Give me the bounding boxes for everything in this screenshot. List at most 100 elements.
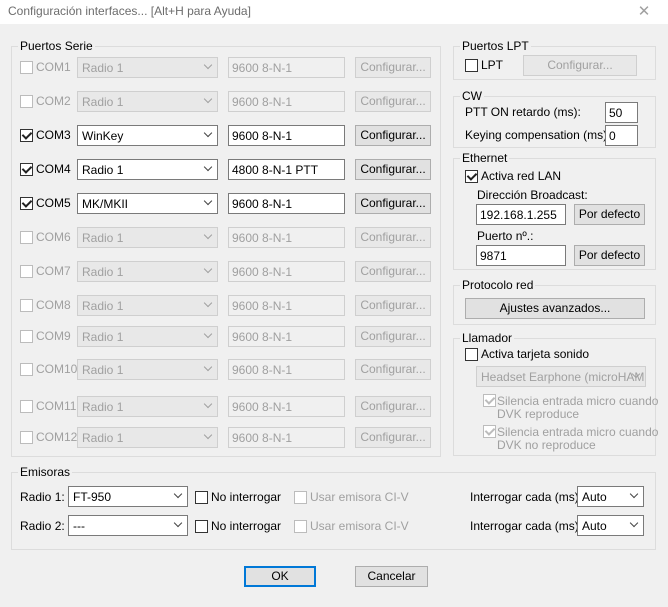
com-checkbox[interactable]	[20, 231, 33, 244]
chevron-down-icon	[203, 298, 213, 308]
port-field[interactable]: 9871	[476, 245, 566, 266]
chevron-down-icon	[203, 196, 213, 206]
com-configure-button[interactable]: Configurar...	[355, 227, 431, 248]
com-checkbox[interactable]	[20, 61, 33, 74]
no-poll-label: No interrogar	[211, 519, 282, 533]
com-checkbox[interactable]	[20, 431, 33, 444]
lpt-configure-button[interactable]: Configurar...	[523, 55, 637, 76]
com-params-field[interactable]: 9600 8-N-1	[228, 326, 345, 347]
civ-checkbox[interactable]	[294, 520, 307, 533]
com-checkbox[interactable]	[20, 400, 33, 413]
port-default-button[interactable]: Por defecto	[574, 245, 645, 266]
com-checkbox[interactable]	[20, 265, 33, 278]
com-checkbox[interactable]	[20, 129, 33, 142]
com-configure-button[interactable]: Configurar...	[355, 193, 431, 214]
com-device-select[interactable]: MK/MKII	[77, 193, 218, 214]
com-params-field[interactable]: 9600 8-N-1	[228, 261, 345, 282]
keying-comp-field[interactable]: 0	[605, 125, 638, 146]
com-checkbox[interactable]	[20, 163, 33, 176]
lpt-checkbox-label: LPT	[481, 58, 504, 72]
com-params-field[interactable]: 9600 8-N-1	[228, 396, 345, 417]
com-params-field[interactable]: 9600 8-N-1	[228, 427, 345, 448]
poll-interval-select[interactable]: Auto	[577, 486, 644, 507]
chevron-down-icon	[203, 60, 213, 70]
com-device-select[interactable]: Radio 1	[77, 91, 218, 112]
sound-device-select[interactable]: Headset Earphone (microHAM	[476, 366, 646, 387]
com-params-field[interactable]: 9600 8-N-1	[228, 227, 345, 248]
civ-label: Usar emisora CI-V	[310, 519, 409, 533]
mute-dvk-idle-label-2: DVK no reproduce	[497, 438, 596, 452]
broadcast-field[interactable]: 192.168.1.255	[476, 204, 566, 225]
ethernet-label: Ethernet	[460, 151, 510, 165]
no-poll-checkbox[interactable]	[195, 491, 208, 504]
com-device-select[interactable]: Radio 1	[77, 295, 218, 316]
com-configure-button[interactable]: Configurar...	[355, 427, 431, 448]
civ-label: Usar emisora CI-V	[310, 490, 409, 504]
no-poll-label: No interrogar	[211, 490, 282, 504]
com-params-field[interactable]: 9600 8-N-1	[228, 359, 345, 380]
com-configure-button[interactable]: Configurar...	[355, 261, 431, 282]
chevron-down-icon	[203, 230, 213, 240]
no-poll-checkbox[interactable]	[195, 520, 208, 533]
com-port-label: COM6	[36, 230, 71, 244]
mute-dvk-playing-checkbox[interactable]	[483, 394, 496, 407]
lpt-checkbox[interactable]	[465, 59, 478, 72]
close-icon[interactable]: ✕	[628, 1, 660, 23]
com-port-label: COM12	[36, 430, 78, 444]
radio-select[interactable]: FT-950	[68, 486, 188, 507]
com-checkbox[interactable]	[20, 363, 33, 376]
com-configure-button[interactable]: Configurar...	[355, 295, 431, 316]
com-device-select[interactable]: Radio 1	[77, 159, 218, 180]
soundcard-checkbox[interactable]	[465, 348, 478, 361]
ptt-delay-field[interactable]: 50	[605, 102, 638, 123]
com-params-field[interactable]: 9600 8-N-1	[228, 91, 345, 112]
com-configure-button[interactable]: Configurar...	[355, 396, 431, 417]
com-checkbox[interactable]	[20, 299, 33, 312]
com-device-select[interactable]: Radio 1	[77, 57, 218, 78]
com-port-label: COM4	[36, 162, 71, 176]
com-device-select[interactable]: Radio 1	[77, 261, 218, 282]
poll-interval-label: Interrogar cada (ms):	[470, 519, 583, 533]
com-params-field[interactable]: 9600 8-N-1	[228, 57, 345, 78]
com-checkbox[interactable]	[20, 330, 33, 343]
com-port-label: COM11	[36, 399, 77, 413]
com-port-label: COM9	[36, 329, 71, 343]
com-params-field[interactable]: 9600 8-N-1	[228, 125, 345, 146]
broadcast-label: Dirección Broadcast:	[477, 188, 588, 202]
ptt-delay-label: PTT ON retardo (ms):	[465, 105, 581, 119]
com-device-select[interactable]: Radio 1	[77, 427, 218, 448]
com-device-select[interactable]: Radio 1	[77, 326, 218, 347]
lpt-label: Puertos LPT	[460, 39, 531, 53]
poll-interval-label: Interrogar cada (ms):	[470, 490, 583, 504]
serial-ports-label: Puertos Serie	[18, 39, 95, 53]
com-params-field[interactable]: 9600 8-N-1	[228, 295, 345, 316]
com-port-label: COM8	[36, 298, 71, 312]
com-configure-button[interactable]: Configurar...	[355, 91, 431, 112]
ok-button[interactable]: OK	[244, 566, 316, 587]
civ-checkbox[interactable]	[294, 491, 307, 504]
com-params-field[interactable]: 9600 8-N-1	[228, 193, 345, 214]
com-checkbox[interactable]	[20, 197, 33, 210]
com-configure-button[interactable]: Configurar...	[355, 326, 431, 347]
com-device-select[interactable]: Radio 1	[77, 227, 218, 248]
com-checkbox[interactable]	[20, 95, 33, 108]
poll-interval-select[interactable]: Auto	[577, 515, 644, 536]
broadcast-default-button[interactable]: Por defecto	[574, 204, 645, 225]
soundcard-label: Activa tarjeta sonido	[481, 347, 590, 361]
chevron-down-icon	[203, 362, 213, 372]
lan-checkbox-label: Activa red LAN	[481, 169, 562, 183]
com-device-select[interactable]: WinKey	[77, 125, 218, 146]
mute-dvk-idle-checkbox[interactable]	[483, 425, 496, 438]
radio-select[interactable]: ---	[68, 515, 188, 536]
cancel-button[interactable]: Cancelar	[355, 566, 428, 587]
lan-checkbox[interactable]	[465, 170, 478, 183]
com-device-select[interactable]: Radio 1	[77, 359, 218, 380]
advanced-settings-button[interactable]: Ajustes avanzados...	[465, 298, 645, 319]
com-configure-button[interactable]: Configurar...	[355, 125, 431, 146]
com-configure-button[interactable]: Configurar...	[355, 57, 431, 78]
com-configure-button[interactable]: Configurar...	[355, 159, 431, 180]
com-params-field[interactable]: 4800 8-N-1 PTT	[228, 159, 345, 180]
com-device-select[interactable]: Radio 1	[77, 396, 218, 417]
com-configure-button[interactable]: Configurar...	[355, 359, 431, 380]
com-port-label: COM5	[36, 196, 71, 210]
